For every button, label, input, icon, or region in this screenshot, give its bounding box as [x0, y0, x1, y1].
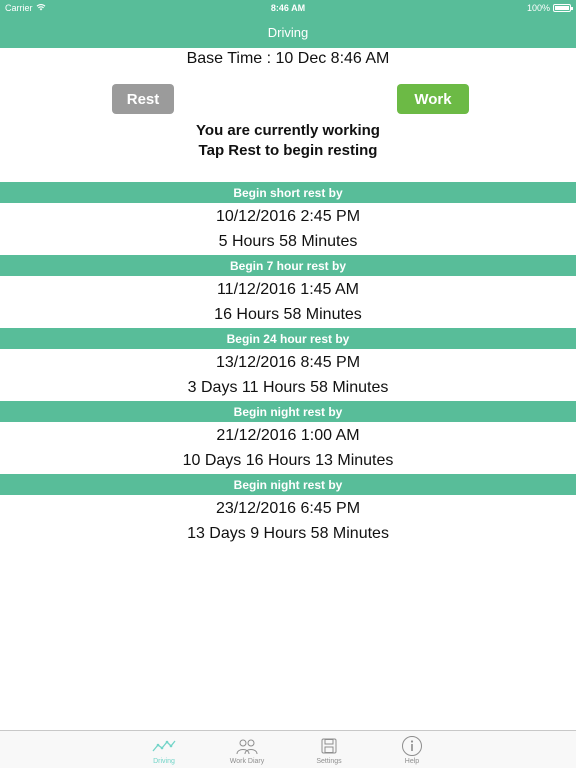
rest-button[interactable]: Rest	[112, 84, 174, 114]
people-icon	[235, 734, 259, 758]
base-time-label: Base Time : 10 Dec 8:46 AM	[186, 50, 390, 67]
section-body: 10/12/2016 2:45 PM 5 Hours 58 Minutes	[0, 203, 576, 255]
section-duration: 5 Hours 58 Minutes	[218, 233, 358, 250]
section-body: 23/12/2016 6:45 PM 13 Days 9 Hours 58 Mi…	[0, 495, 576, 547]
work-button[interactable]: Work	[397, 84, 469, 114]
tab-driving[interactable]: Driving	[134, 734, 194, 765]
rest-section: Begin 7 hour rest by 11/12/2016 1:45 AM …	[0, 255, 576, 328]
section-date: 13/12/2016 8:45 PM	[215, 354, 361, 371]
section-date: 11/12/2016 1:45 AM	[216, 281, 360, 298]
rest-schedule-list: Begin short rest by 10/12/2016 2:45 PM 5…	[0, 182, 576, 547]
battery-group: 100%	[526, 3, 573, 13]
tab-settings-label: Settings	[316, 758, 342, 765]
tab-work-diary-label: Work Diary	[229, 758, 265, 765]
section-header: Begin short rest by	[0, 182, 576, 203]
rest-section: Begin 24 hour rest by 13/12/2016 8:45 PM…	[0, 328, 576, 401]
page-title: Driving	[267, 25, 309, 40]
tab-driving-label: Driving	[153, 758, 175, 765]
section-body: 11/12/2016 1:45 AM 16 Hours 58 Minutes	[0, 276, 576, 328]
status-time: 8:46 AM	[270, 3, 306, 13]
floppy-disk-icon	[320, 734, 338, 758]
line-chart-icon	[152, 734, 176, 758]
battery-icon	[553, 4, 573, 12]
tab-help[interactable]: Help	[382, 734, 442, 765]
tab-help-label: Help	[404, 758, 420, 765]
section-body: 21/12/2016 1:00 AM 10 Days 16 Hours 13 M…	[0, 422, 576, 474]
section-duration: 10 Days 16 Hours 13 Minutes	[182, 452, 394, 469]
rest-button-label: Rest	[126, 90, 160, 108]
section-duration: 13 Days 9 Hours 58 Minutes	[187, 525, 389, 542]
section-date: 10/12/2016 2:45 PM	[215, 208, 361, 225]
section-header: Begin 7 hour rest by	[0, 255, 576, 276]
rest-section: Begin night rest by 23/12/2016 6:45 PM 1…	[0, 474, 576, 547]
section-header: Begin 24 hour rest by	[0, 328, 576, 349]
rest-section: Begin night rest by 21/12/2016 1:00 AM 1…	[0, 401, 576, 474]
section-header: Begin night rest by	[0, 474, 576, 495]
tab-settings[interactable]: Settings	[299, 734, 359, 765]
tab-bar: Driving Work Diary Settings Help	[0, 730, 576, 768]
info-icon	[401, 734, 423, 758]
status-bar: Carrier 8:46 AM 100%	[0, 0, 576, 17]
battery-percent: 100%	[526, 3, 550, 13]
section-duration: 16 Hours 58 Minutes	[214, 306, 362, 323]
navigation-bar: Driving	[0, 17, 576, 48]
status-message: You are currently working Tap Rest to be…	[0, 121, 576, 161]
tab-work-diary[interactable]: Work Diary	[217, 734, 277, 765]
section-date: 23/12/2016 6:45 PM	[215, 500, 361, 517]
status-message-line-1: You are currently working	[196, 122, 380, 139]
section-body: 13/12/2016 8:45 PM 3 Days 11 Hours 58 Mi…	[0, 349, 576, 401]
rest-section: Begin short rest by 10/12/2016 2:45 PM 5…	[0, 182, 576, 255]
work-button-label: Work	[414, 90, 452, 108]
section-duration: 3 Days 11 Hours 58 Minutes	[187, 379, 389, 396]
section-header: Begin night rest by	[0, 401, 576, 422]
status-message-line-2: Tap Rest to begin resting	[198, 142, 378, 159]
section-date: 21/12/2016 1:00 AM	[216, 427, 360, 444]
app-screen: Carrier 8:46 AM 100% Driving Base Time :…	[0, 0, 576, 768]
